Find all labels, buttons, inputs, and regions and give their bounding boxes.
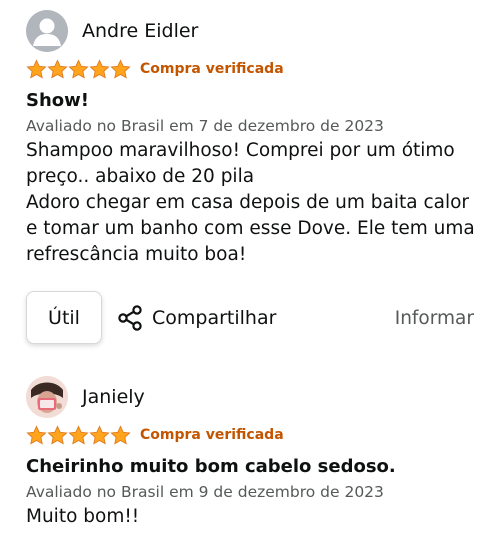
verified-purchase-badge: Compra verificada <box>140 427 284 443</box>
review-card: Andre Eidler Compra verificada Show! Ava… <box>26 10 486 268</box>
star-rating[interactable] <box>26 425 131 446</box>
review-title: Cheirinho muito bom cabelo sedoso. <box>26 456 396 477</box>
star-icon <box>68 425 89 446</box>
review-actions: Útil Compartilhar Informar <box>26 291 476 345</box>
star-icon <box>26 425 47 446</box>
review-date: Avaliado no Brasil em 9 de dezembro de 2… <box>26 483 384 501</box>
star-icon <box>68 59 89 80</box>
user-avatar-photo <box>26 376 68 418</box>
review-author-row: Andre Eidler <box>26 10 486 52</box>
review-body: Muito bom!! <box>26 504 486 530</box>
star-icon <box>89 59 110 80</box>
star-rating[interactable] <box>26 59 131 80</box>
star-icon <box>89 425 110 446</box>
review-paragraph: Shampoo maravilhoso! Comprei por um ótim… <box>26 140 455 187</box>
star-icon <box>110 425 131 446</box>
review-title: Show! <box>26 90 89 111</box>
review-paragraph: Adoro chegar em casa depois de um baita … <box>26 192 475 265</box>
report-link[interactable]: Informar <box>395 291 474 345</box>
review-rating-row: Compra verificada <box>26 58 486 80</box>
review-body: Shampoo maravilhoso! Comprei por um ótim… <box>26 138 486 268</box>
share-icon <box>118 305 142 331</box>
star-icon <box>26 59 47 80</box>
review-date: Avaliado no Brasil em 7 de dezembro de 2… <box>26 117 384 135</box>
star-icon <box>47 59 68 80</box>
review-paragraph: Muito bom!! <box>26 506 140 527</box>
review-rating-row: Compra verificada <box>26 424 486 446</box>
star-icon <box>47 425 68 446</box>
review-card: Janiely Compra verificada Cheirinho muit… <box>26 376 486 530</box>
share-label: Compartilhar <box>152 307 277 329</box>
review-author-name[interactable]: Andre Eidler <box>82 20 198 42</box>
verified-purchase-badge: Compra verificada <box>140 61 284 77</box>
default-avatar-icon <box>26 10 68 52</box>
review-author-name[interactable]: Janiely <box>82 386 145 408</box>
star-icon <box>110 59 131 80</box>
share-button[interactable]: Compartilhar <box>116 291 276 345</box>
review-author-row: Janiely <box>26 376 486 418</box>
helpful-button[interactable]: Útil <box>26 291 102 344</box>
